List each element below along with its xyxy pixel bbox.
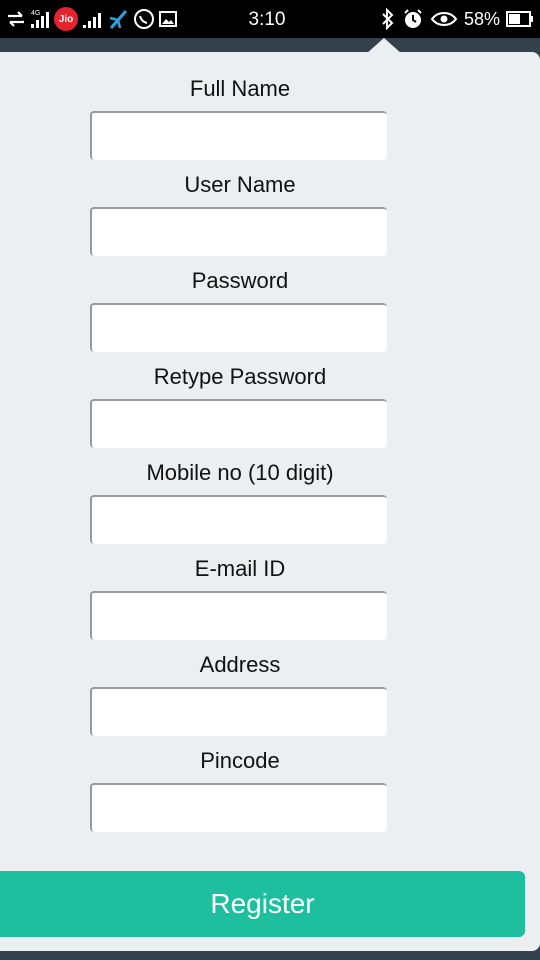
retype-password-label: Retype Password xyxy=(153,364,327,389)
battery-percentage: 58% xyxy=(463,8,500,29)
register-button[interactable]: Register xyxy=(0,871,525,937)
mobile-number-label: Mobile no (10 digit) xyxy=(146,460,334,485)
battery-icon xyxy=(506,10,534,28)
user-name-input[interactable] xyxy=(90,207,387,256)
full-name-input[interactable] xyxy=(90,111,387,160)
address-label: Address xyxy=(199,652,281,677)
pincode-label: Pincode xyxy=(200,748,280,773)
user-name-label: User Name xyxy=(184,172,296,197)
password-label: Password xyxy=(191,268,289,293)
status-bar: 4G Jio 3:10 58% xyxy=(0,0,540,38)
bluetooth-icon xyxy=(380,8,396,30)
mobile-number-input[interactable] xyxy=(90,495,387,544)
alarm-icon xyxy=(402,8,424,30)
retype-password-input[interactable] xyxy=(90,399,387,448)
address-input[interactable] xyxy=(90,687,387,736)
password-input[interactable] xyxy=(90,303,387,352)
full-name-label: Full Name xyxy=(189,76,291,101)
registration-form: Full Name User Name Password Retype Pass… xyxy=(0,52,540,951)
email-label: E-mail ID xyxy=(194,556,286,581)
email-input[interactable] xyxy=(90,591,387,640)
eye-icon xyxy=(430,10,458,28)
status-icons-right: 58% xyxy=(380,6,534,32)
pincode-input[interactable] xyxy=(90,783,387,832)
